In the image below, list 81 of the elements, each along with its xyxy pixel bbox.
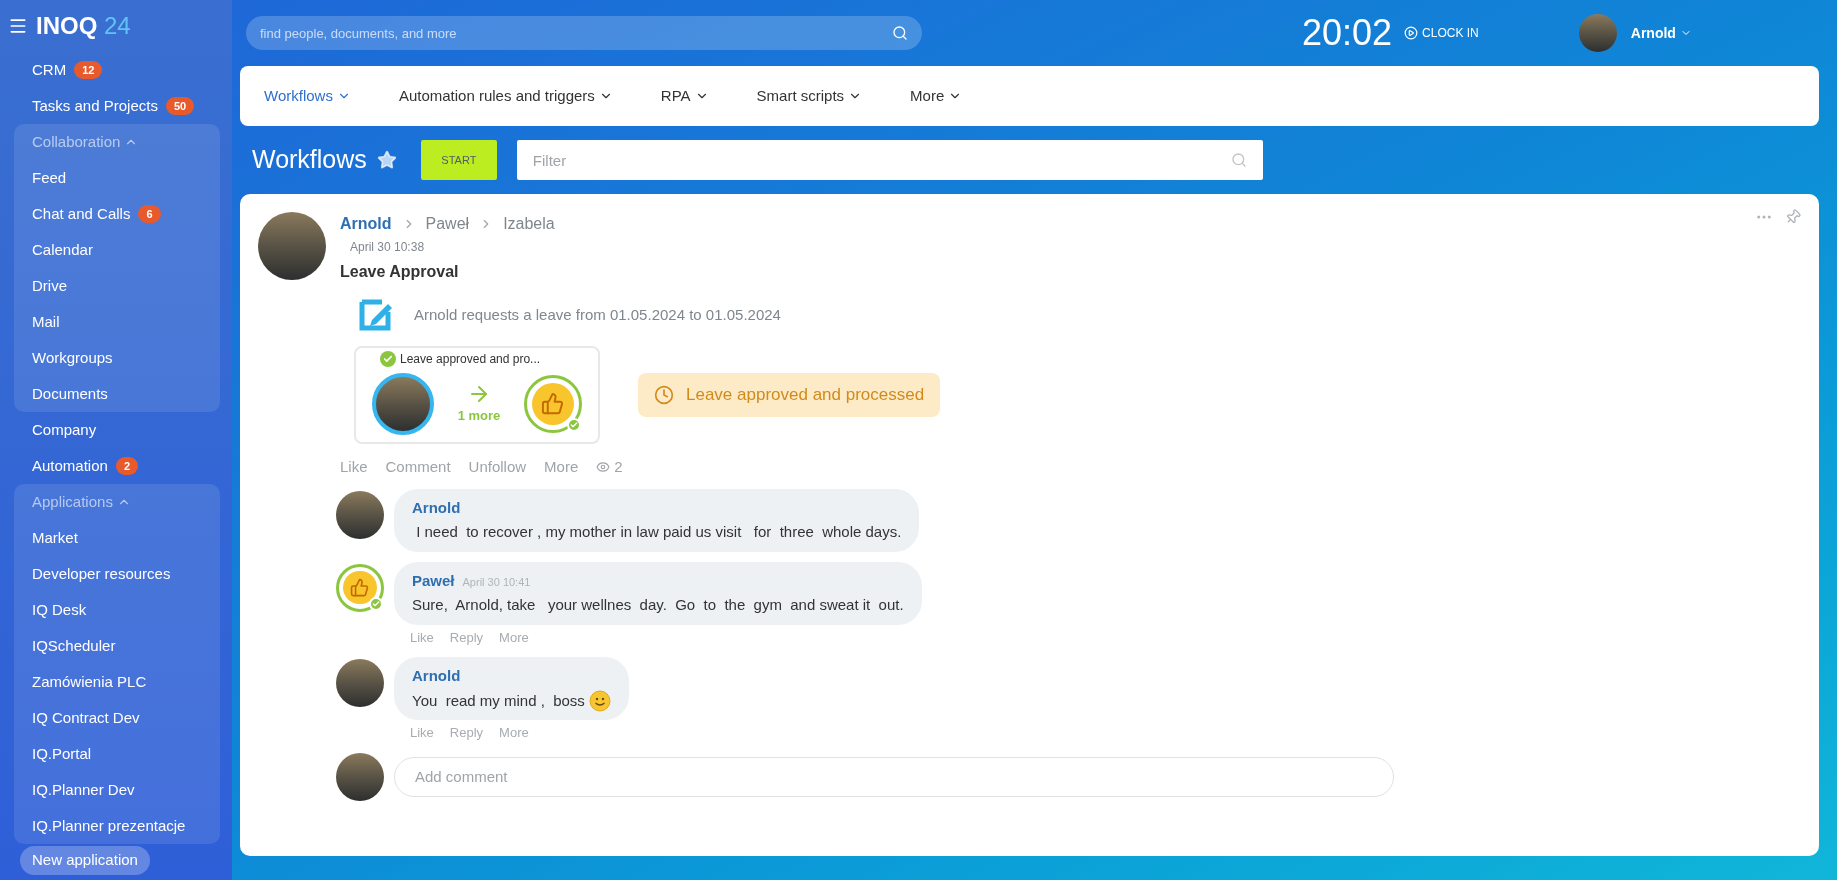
avatar-photo [336,490,384,539]
thumbs-up-face-icon [343,570,377,605]
nav-tab[interactable]: RPA [660,84,709,108]
count-badge: 12 [74,61,103,79]
sidebar-item[interactable]: Market [14,520,220,556]
menu-icon[interactable] [8,16,28,36]
clock-time: 20:02 [1302,11,1393,55]
post-title: Leave Approval [340,262,460,282]
count-badge: 6 [138,205,161,223]
comment-author[interactable]: Arnold [412,665,461,688]
sidebar-item[interactable]: Zamówienia PLC [14,664,220,700]
comment-action-link[interactable]: Reply [449,723,484,743]
avatar-photo [1578,14,1617,52]
step-label: Leave approved and pro... [400,351,541,368]
recipient-link[interactable]: Izabela [503,212,555,236]
sidebar-item[interactable]: Mail [14,304,220,340]
start-button[interactable]: START [420,140,497,180]
sidebar-item[interactable]: Automation 2 [0,448,220,484]
comment-text: Sure, Arnold, take your wellnes day. Go to the gym and sweat it out. [412,595,904,615]
comment-action-link[interactable]: Reply [449,627,484,647]
nav-tab[interactable]: Smart scripts [756,84,863,108]
comment-action-link[interactable]: More [499,723,529,743]
comment-author[interactable]: Paweł [412,569,455,592]
edit-document-icon [358,298,394,332]
request-text: Arnold requests a leave from 01.05.2024 to 01.05.2024 [414,304,781,325]
star-icon[interactable] [376,150,397,170]
nav-tab[interactable]: Automation rules and triggers [398,84,613,108]
recipient-link[interactable]: Paweł [425,212,470,236]
group-header[interactable]: Collaboration [14,124,220,160]
post-action-link[interactable]: Comment [385,456,451,479]
comment-action-link[interactable]: Like [410,723,434,743]
post-action-link[interactable]: Like [340,456,368,479]
play-icon [1404,26,1419,40]
sidebar-item[interactable]: Company [0,412,220,448]
sidebar-item[interactable]: Feed [14,160,220,196]
sidebar-item[interactable]: Tasks and Projects 50 [0,88,220,124]
sidebar-item[interactable]: Chat and Calls 6 [14,196,220,232]
user-menu[interactable]: Arnold [1630,22,1692,44]
sidebar-item[interactable]: Developer resources [14,556,220,592]
sidebar-item[interactable]: IQ.Portal [14,736,220,772]
add-comment-field[interactable]: Add comment [394,756,1394,797]
comment-author[interactable]: Arnold [412,496,461,519]
comment-action-link[interactable]: More [499,627,529,647]
sidebar-item[interactable]: IQ.Planner Dev [14,772,220,808]
sidebar-item[interactable]: IQScheduler [14,628,220,664]
count-badge: 50 [165,97,195,115]
avatar-photo [336,659,384,707]
sidebar-item[interactable]: Workgroups [14,340,220,376]
clock-icon [654,385,674,405]
sidebar-item[interactable]: IQ Contract Dev [14,700,220,736]
post-time: April 30 10:38 [350,239,426,256]
comment-text: You read my mind , boss [412,690,585,711]
view-count: 2 [596,456,623,479]
avatar-photo [336,752,384,801]
sidebar-item[interactable]: Documents [14,376,220,412]
sidebar-item[interactable]: Drive [14,268,220,304]
clock-in-button[interactable]: CLOCK IN [1404,24,1479,42]
post-action-link[interactable]: Unfollow [468,456,527,479]
check-icon [380,351,396,367]
search-icon [892,25,908,41]
sidebar-item[interactable]: CRM 12 [0,52,220,88]
filter-field[interactable]: Filter [516,140,1263,180]
search-icon [1230,152,1247,168]
status-badge: Leave approved and processed [638,373,941,417]
sidebar-item[interactable]: Calendar [14,232,220,268]
new-application-button[interactable]: New application [20,846,150,875]
count-badge: 2 [115,457,138,475]
comment-text: I need to recover , my mother in law paid us visit for three whole days. [415,522,902,542]
thumbs-up-face-icon [532,383,574,425]
recipient-link[interactable]: Arnold [340,212,392,236]
page-title: Workflows [252,144,367,176]
smiley-icon [588,689,611,712]
group-header[interactable]: Applications [14,484,220,520]
sidebar-item[interactable]: IQ.Planner prezentacje [14,808,220,844]
post-action-link[interactable]: More [544,456,579,479]
comment-action-link[interactable]: Like [410,627,434,647]
nav-tab[interactable]: Workflows [264,84,351,108]
sidebar-item[interactable]: IQ Desk [14,592,220,628]
comment-time: April 30 10:41 [462,574,531,590]
nav-tab[interactable]: More [910,84,963,108]
app-logo: INOQ 24 [36,11,131,41]
